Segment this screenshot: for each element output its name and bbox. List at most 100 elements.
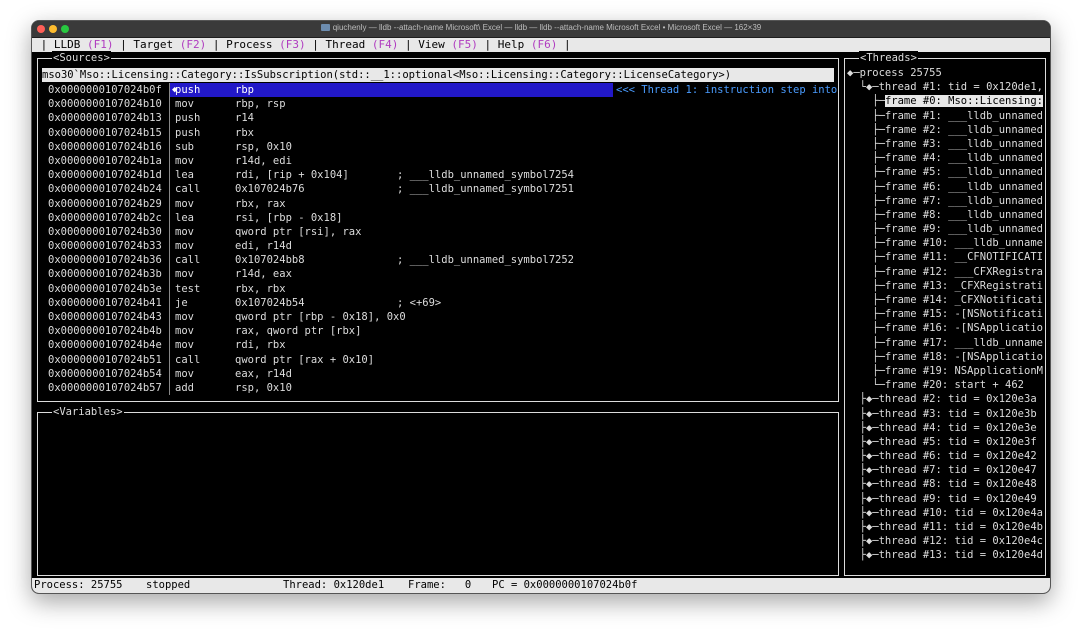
instruction-operands: r14d, edi: [235, 154, 292, 167]
instruction-row[interactable]: 0x0000000107024b2c lea rsi, [rbp - 0x18]: [42, 210, 834, 225]
column-divider: [169, 168, 170, 183]
instruction-operands: rdi, [rip + 0x104]: [235, 169, 349, 182]
menu-process[interactable]: Process (F3): [226, 38, 305, 51]
frame-row[interactable]: ├─frame #14: _CFXNotificatio: [847, 293, 1043, 307]
instruction-row[interactable]: 0x0000000107024b43 mov qword ptr [rbp - 0x…: [42, 310, 834, 325]
instruction-row[interactable]: 0x0000000107024b15 push rbx: [42, 125, 834, 140]
instruction-address: 0x0000000107024b51: [48, 353, 162, 366]
frame-row[interactable]: └─frame #20: start + 462: [847, 378, 1043, 392]
instruction-comment: ; ___lldb_unnamed_symbol7252: [397, 254, 575, 267]
thread-row[interactable]: ├◆─thread #4: tid = 0x120e3e: [847, 421, 1043, 435]
instruction-row[interactable]: 0x0000000107024b29 mov rbx, rax: [42, 196, 834, 211]
frame-row[interactable]: ├─frame #3: ___lldb_unnamed_: [847, 137, 1043, 151]
frame-row[interactable]: ├─frame #15: -[NSNotificatio: [847, 307, 1043, 321]
instruction-row[interactable]: 0x0000000107024b13 push r14: [42, 111, 834, 126]
instruction-row[interactable]: 0x0000000107024b1d lea rdi, [rip + 0x104];…: [42, 168, 834, 183]
instruction-row[interactable]: 0x0000000107024b16 sub rsp, 0x10: [42, 139, 834, 154]
instruction-row[interactable]: 0x0000000107024b30 mov qword ptr [rsi], ra…: [42, 224, 834, 240]
current-instruction-row[interactable]: 0x0000000107024b0f ◆ push rbp <<< Thread 1: …: [42, 83, 837, 98]
thread-row[interactable]: ├◆─thread #12: tid = 0x120e4c: [847, 534, 1043, 548]
instruction-operands: 0x107024b76: [235, 183, 305, 196]
instruction-row[interactable]: 0x0000000107024b54 mov eax, r14d: [42, 366, 834, 381]
frame-row[interactable]: ├─frame #4: ___lldb_unnamed_: [847, 151, 1043, 165]
frame-row[interactable]: ├─frame #11: __CFNOTIFICATIO: [847, 250, 1043, 264]
instruction-row[interactable]: 0x0000000107024b4e mov rdi, rbx: [42, 338, 834, 353]
column-divider: [169, 352, 170, 367]
instruction-row[interactable]: 0x0000000107024b41 je 0x107024b54 ; <+69>: [42, 295, 834, 310]
frame-row[interactable]: ├─frame #18: -[NSApplication: [847, 350, 1043, 364]
column-divider: [169, 224, 170, 240]
instruction-address: 0x0000000107024b1d: [48, 169, 162, 182]
instruction-row[interactable]: 0x0000000107024b1a mov r14d, edi: [42, 153, 834, 169]
instruction-operands: rbx, rbx: [235, 282, 286, 295]
thread-row[interactable]: ├◆─thread #5: tid = 0x120e3f: [847, 435, 1043, 449]
menu-label: Target: [133, 38, 174, 51]
menu-thread[interactable]: Thread (F4): [325, 38, 398, 51]
column-divider: [169, 338, 170, 353]
column-divider: [169, 196, 170, 211]
menu-help[interactable]: Help (F6): [498, 38, 558, 51]
instruction-address: 0x0000000107024b33: [48, 240, 162, 253]
instruction-address: 0x0000000107024b4b: [48, 325, 162, 338]
threads-pane-title: <Threads>: [859, 51, 918, 65]
instruction-operands: rax, qword ptr [rbx]: [235, 325, 362, 338]
process-row[interactable]: ◆─process 25755: [847, 66, 1043, 80]
instruction-row[interactable]: 0x0000000107024b33 mov edi, r14d: [42, 239, 834, 254]
thread-row[interactable]: ├◆─thread #11: tid = 0x120e4b: [847, 520, 1043, 534]
instruction-row[interactable]: 0x0000000107024b36 call 0x107024bb8 ; ___ll…: [42, 253, 834, 268]
frame-row[interactable]: ├─frame #1: ___lldb_unnamed_: [847, 109, 1043, 123]
thread-row[interactable]: ├◆─thread #3: tid = 0x120e3b: [847, 407, 1043, 421]
column-divider: [169, 125, 170, 140]
frame-row[interactable]: ├─frame #6: ___lldb_unnamed_: [847, 180, 1043, 194]
frame-row[interactable]: ├─frame #8: ___lldb_unnamed_: [847, 208, 1043, 222]
instruction-row[interactable]: 0x0000000107024b10 mov rbp, rsp: [42, 97, 834, 112]
menu-view[interactable]: View (F5): [418, 38, 478, 51]
instruction-mnemonic: mov: [175, 225, 194, 238]
instruction-row[interactable]: 0x0000000107024b4b mov rax, qword ptr [rbx…: [42, 324, 834, 339]
column-divider: [169, 366, 170, 381]
menu-shortcut: (F6): [530, 38, 558, 51]
instruction-comment: ; <+69>: [397, 296, 442, 309]
instruction-address: 0x0000000107024b24: [48, 183, 162, 196]
threads-pane[interactable]: <Threads> ◆─process 25755 └◆─thread #1: …: [844, 51, 1046, 576]
instruction-row[interactable]: 0x0000000107024b24 call 0x107024b76 ; ___ll…: [42, 182, 834, 197]
thread-row[interactable]: ├◆─thread #13: tid = 0x120e4d: [847, 548, 1043, 562]
frame-row[interactable]: ├─frame #10: ___lldb_unnamed: [847, 236, 1043, 250]
menu-label: Process: [226, 38, 273, 51]
frame-row[interactable]: ├─frame #9: ___lldb_unnamed_: [847, 222, 1043, 236]
column-divider: [169, 239, 170, 254]
thread-row[interactable]: ├◆─thread #2: tid = 0x120e3a: [847, 392, 1043, 406]
thread-row[interactable]: ├◆─thread #8: tid = 0x120e48: [847, 477, 1043, 491]
disassembly-listing[interactable]: 0x0000000107024b0f ◆ push rbp <<< Thread 1: …: [42, 83, 837, 396]
instruction-row[interactable]: 0x0000000107024b3e test rbx, rbx: [42, 281, 834, 296]
frame-row[interactable]: ├─frame #5: ___lldb_unnamed_: [847, 165, 1043, 179]
threads-tree[interactable]: ◆─process 25755 └◆─thread #1: tid = 0x12…: [847, 66, 1043, 563]
frame-row[interactable]: ├─frame #0: Mso::Licensing::: [847, 94, 1043, 108]
frame-row[interactable]: ├─frame #7: ___lldb_unnamed_: [847, 194, 1043, 208]
instruction-address: 0x0000000107024b2c: [48, 211, 162, 224]
thread-row[interactable]: ├◆─thread #7: tid = 0x120e47: [847, 463, 1043, 477]
thread-row[interactable]: ├◆─thread #10: tid = 0x120e4a: [847, 506, 1043, 520]
frame-row[interactable]: ├─frame #2: ___lldb_unnamed_: [847, 123, 1043, 137]
instruction-mnemonic: push: [175, 126, 201, 139]
instruction-row[interactable]: 0x0000000107024b51 call qword ptr [rax + 0…: [42, 352, 834, 367]
menu-target[interactable]: Target (F2): [133, 38, 206, 51]
thread-row[interactable]: ├◆─thread #9: tid = 0x120e49: [847, 492, 1043, 506]
frame-row[interactable]: ├─frame #19: NSApplicationMa: [847, 364, 1043, 378]
instruction-address: 0x0000000107024b0f: [48, 84, 162, 96]
instruction-address: 0x0000000107024b57: [48, 381, 162, 394]
sources-pane[interactable]: <Sources> mso30`Mso::Licensing::Category…: [37, 51, 839, 402]
frame-row[interactable]: ├─frame #13: _CFXRegistratio: [847, 279, 1043, 293]
window-title: qiuchenly — lldb --attach-name Microsoft…: [32, 23, 1050, 32]
frame-row[interactable]: ├─frame #12: ___CFXRegistrat: [847, 265, 1043, 279]
status-process: Process: 25755: [34, 579, 123, 591]
thread-row[interactable]: ├◆─thread #6: tid = 0x120e42: [847, 449, 1043, 463]
instruction-operands: rsp, 0x10: [235, 140, 292, 153]
instruction-row[interactable]: 0x0000000107024b3b mov r14d, eax: [42, 267, 834, 282]
variables-pane[interactable]: <Variables>: [37, 405, 839, 576]
menu-lldb[interactable]: LLDB (F1): [54, 38, 114, 51]
frame-row[interactable]: ├─frame #17: ___lldb_unnamed: [847, 336, 1043, 350]
instruction-row[interactable]: 0x0000000107024b57 add rsp, 0x10: [42, 380, 834, 396]
frame-row[interactable]: ├─frame #16: -[NSApplication: [847, 321, 1043, 335]
thread-row[interactable]: └◆─thread #1: tid = 0x120de1,: [847, 80, 1043, 94]
